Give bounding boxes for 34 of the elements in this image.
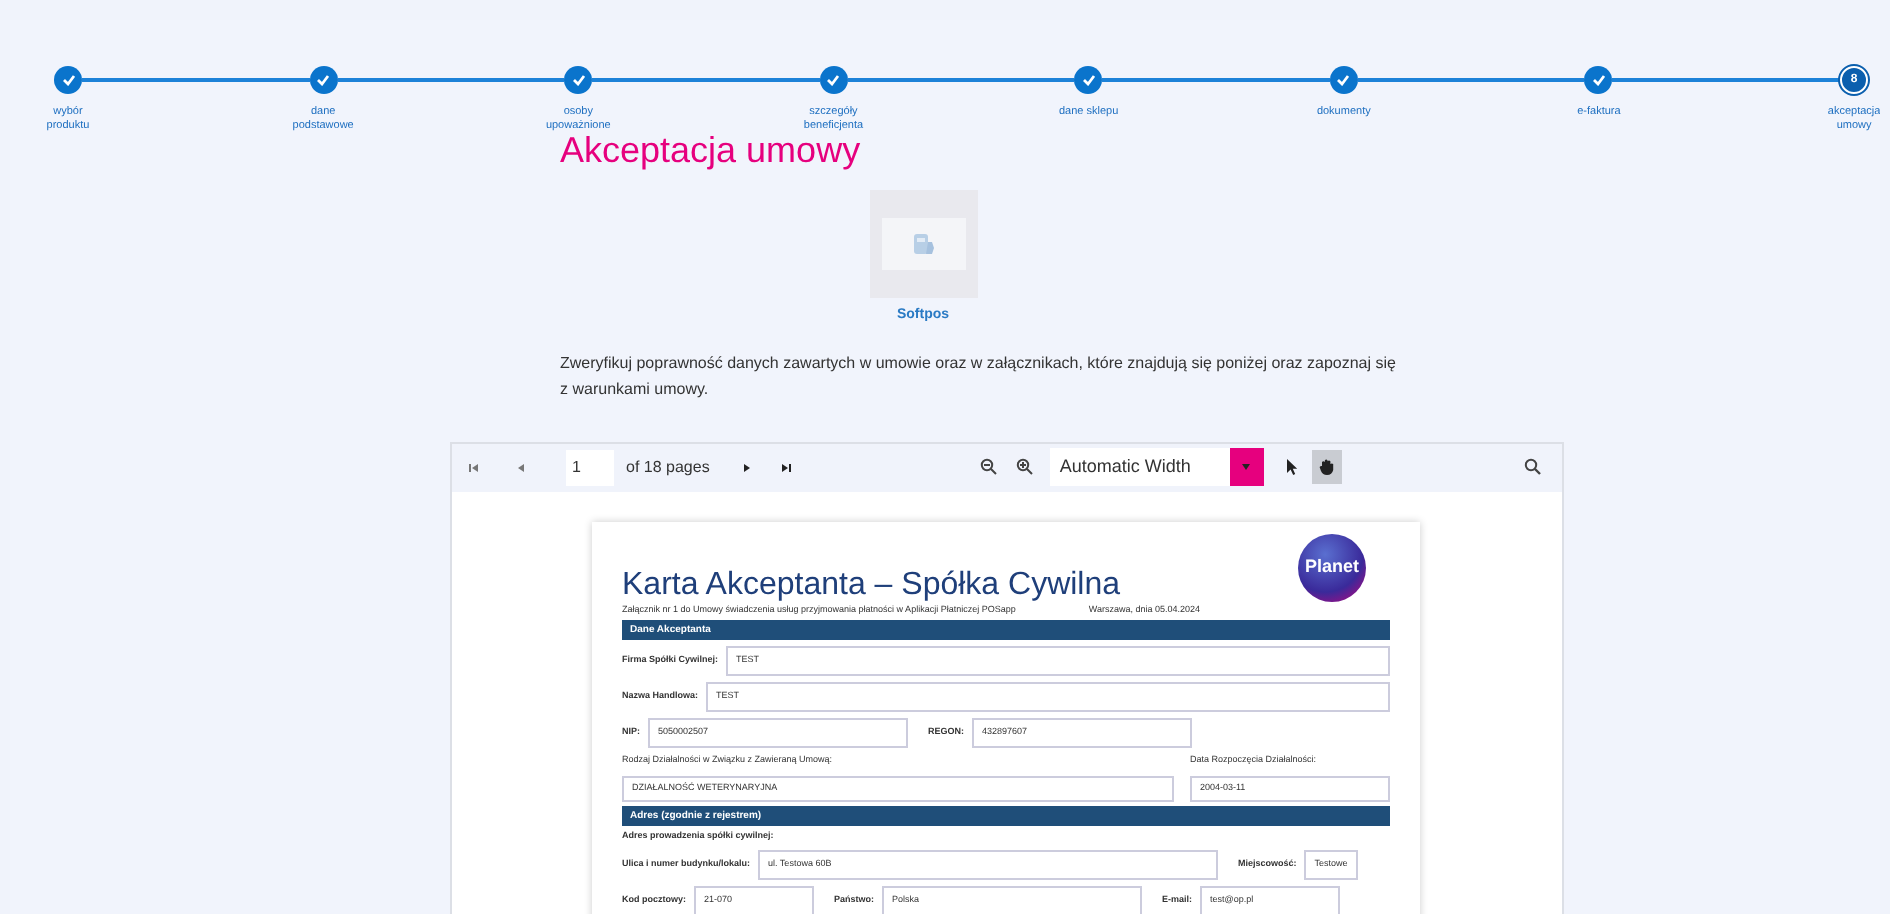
page-number-field[interactable]: 1 [566, 449, 614, 485]
cursor-icon [1286, 458, 1299, 476]
last-page-icon[interactable] [779, 461, 792, 473]
hand-tool-button[interactable] [1311, 450, 1342, 484]
dropdown-button[interactable] [1229, 448, 1264, 486]
completed-step[interactable] [54, 66, 82, 94]
page-title: Akceptacja umowy [560, 130, 861, 172]
card-terminal-icon [909, 230, 937, 258]
first-page-icon[interactable] [468, 461, 480, 473]
check-icon [826, 74, 841, 86]
completed-step[interactable] [564, 66, 593, 94]
completed-step[interactable] [309, 66, 338, 94]
next-page-icon[interactable] [741, 461, 752, 473]
check-icon [61, 74, 75, 86]
check-icon [571, 74, 586, 86]
planet-logo: Planet [1298, 533, 1366, 601]
completed-step[interactable] [1584, 66, 1613, 94]
zoom-out-icon[interactable] [979, 458, 998, 476]
caret-icon [1242, 464, 1251, 470]
check-icon [316, 74, 331, 86]
document-title: Karta Akceptanta – Spółka Cywilna [622, 567, 1121, 601]
zoom-in-icon[interactable] [1015, 458, 1034, 476]
previous-page-icon[interactable] [516, 461, 526, 473]
zoom-select[interactable]: Automatic Width [1049, 448, 1264, 486]
hand-icon [1317, 458, 1336, 476]
completed-step[interactable] [1074, 66, 1103, 94]
check-icon [1591, 74, 1606, 86]
check-icon [1081, 74, 1096, 86]
completed-step[interactable] [1329, 66, 1358, 94]
page-count: of 18 pages [626, 455, 710, 479]
instruction-text: Zweryfikuj poprawność danych zawartych w umowie oraz w załącznikach, które znajdują się poniżej oraz zapoznaj się z warunkami umowy. [560, 351, 1398, 401]
check-icon [1336, 74, 1351, 86]
search-icon[interactable] [1524, 458, 1542, 476]
completed-step[interactable] [819, 66, 848, 94]
